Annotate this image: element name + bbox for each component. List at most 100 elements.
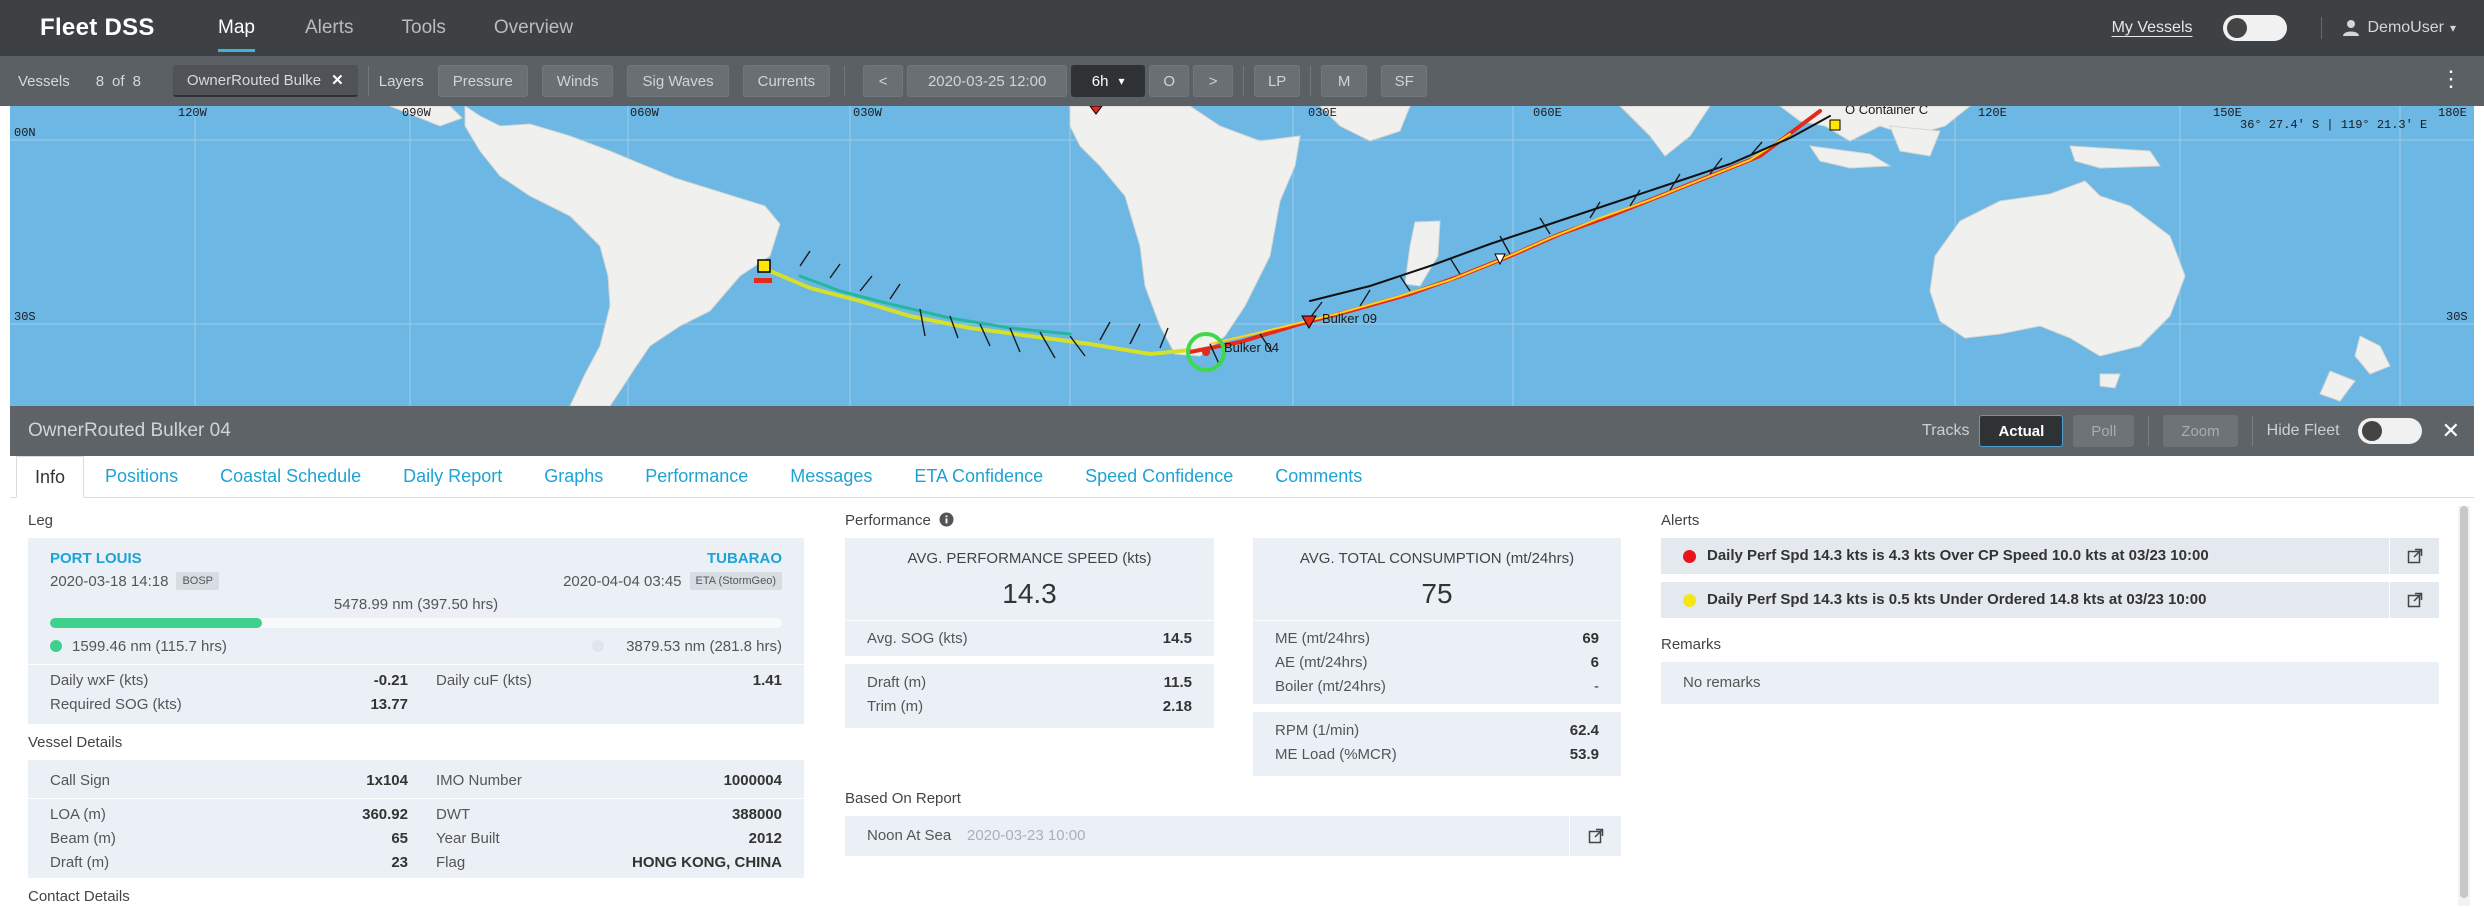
year-built-value: 2012 bbox=[748, 830, 782, 847]
report-type: Noon At Sea bbox=[867, 827, 952, 844]
required-sog-value: 13.77 bbox=[370, 696, 408, 713]
lon-label: 090W bbox=[402, 106, 432, 120]
time-now-button[interactable]: O bbox=[1149, 65, 1190, 97]
interval-select[interactable]: 6h ▾ bbox=[1071, 65, 1146, 97]
alert-item[interactable]: Daily Perf Spd 14.3 kts is 4.3 kts Over … bbox=[1661, 538, 2439, 574]
layer-pressure-button[interactable]: Pressure bbox=[437, 65, 528, 97]
top-navbar: Fleet DSS Map Alerts Tools Overview My V… bbox=[0, 0, 2484, 56]
based-on-report-title: Based On Report bbox=[845, 790, 961, 807]
avg-sog-label: Avg. SOG (kts) bbox=[867, 630, 968, 647]
panel-divider bbox=[2148, 416, 2150, 446]
alert-item[interactable]: Daily Perf Spd 14.3 kts is 0.5 kts Under… bbox=[1661, 582, 2439, 618]
vessels-label: Vessels bbox=[18, 72, 70, 90]
sailed-distance: 1599.46 nm (115.7 hrs) bbox=[72, 638, 227, 655]
scrollbar-thumb[interactable] bbox=[2460, 506, 2468, 898]
tab-daily-report[interactable]: Daily Report bbox=[382, 456, 523, 497]
tab-info[interactable]: Info bbox=[16, 456, 85, 498]
content-scrollbar[interactable] bbox=[2458, 506, 2470, 906]
tab-coastal-schedule[interactable]: Coastal Schedule bbox=[199, 456, 382, 497]
tab-performance[interactable]: Performance bbox=[624, 456, 769, 497]
remarks-card: No remarks bbox=[1661, 662, 2439, 704]
me-value: 69 bbox=[1582, 630, 1599, 647]
vessel-filter-chip[interactable]: OwnerRouted Bulke ✕ bbox=[172, 65, 358, 97]
zoom-button[interactable]: Zoom bbox=[2163, 415, 2238, 447]
hide-fleet-toggle[interactable] bbox=[2357, 418, 2422, 444]
tracks-poll-button[interactable]: Poll bbox=[2073, 415, 2135, 447]
trim-label: Trim (m) bbox=[867, 698, 924, 715]
boiler-value: - bbox=[1594, 678, 1599, 695]
toolbar-divider bbox=[1243, 66, 1245, 96]
open-report-button[interactable] bbox=[1569, 816, 1621, 856]
vessel-tabs: Info Positions Coastal Schedule Daily Re… bbox=[10, 456, 2474, 498]
me-label: ME (mt/24hrs) bbox=[1275, 630, 1371, 647]
call-sign-label: Call Sign bbox=[50, 772, 111, 789]
user-menu[interactable]: DemoUser bbox=[2368, 19, 2444, 37]
map-view[interactable]: Bulker 04 Bulker 09 O Container C 120W 0… bbox=[10, 106, 2474, 406]
tab-graphs[interactable]: Graphs bbox=[523, 456, 624, 497]
layer-sig-waves-button[interactable]: Sig Waves bbox=[627, 65, 729, 97]
tab-eta-confidence[interactable]: ETA Confidence bbox=[893, 456, 1064, 497]
chevron-down-icon[interactable]: ▾ bbox=[2450, 21, 2456, 35]
alerts-title: Alerts bbox=[1661, 512, 1700, 529]
external-link-icon bbox=[1588, 828, 1603, 844]
tab-comments[interactable]: Comments bbox=[1254, 456, 1383, 497]
contact-details-title: Contact Details bbox=[28, 888, 130, 905]
time-prev-button[interactable]: < bbox=[863, 65, 904, 97]
to-port[interactable]: TUBARAO bbox=[707, 550, 782, 567]
from-port[interactable]: PORT LOUIS bbox=[50, 550, 142, 567]
consumption-card: AVG. TOTAL CONSUMPTION (mt/24hrs) 75 ME … bbox=[1253, 538, 1621, 704]
nav-alerts[interactable]: Alerts bbox=[305, 0, 354, 56]
close-icon[interactable]: ✕ bbox=[331, 71, 344, 89]
open-alert-button[interactable] bbox=[2389, 582, 2439, 618]
info-icon[interactable] bbox=[939, 512, 954, 527]
tracks-actual-button[interactable]: Actual bbox=[1979, 415, 2064, 447]
time-next-button[interactable]: > bbox=[1193, 65, 1234, 97]
dwt-label: DWT bbox=[436, 806, 471, 823]
vessels-total: 8 bbox=[132, 72, 141, 90]
my-vessels-label[interactable]: My Vessels bbox=[2112, 19, 2193, 37]
flag-value: HONG KONG, CHINA bbox=[632, 854, 782, 871]
ae-value: 6 bbox=[1590, 654, 1599, 671]
performance-title: Performance bbox=[845, 512, 954, 529]
loa-value: 360.92 bbox=[362, 806, 408, 823]
external-link-icon bbox=[2407, 592, 2422, 608]
nav-tools[interactable]: Tools bbox=[402, 0, 446, 56]
call-sign-value: 1x104 bbox=[366, 772, 408, 789]
my-vessels-toggle[interactable] bbox=[2222, 15, 2287, 41]
more-vertical-icon[interactable]: ⋮ bbox=[2440, 68, 2462, 90]
vessel-marker-container-c[interactable] bbox=[1829, 119, 1841, 131]
daily-cuf-label: Daily cuF (kts) bbox=[436, 672, 532, 689]
open-alert-button[interactable] bbox=[2389, 538, 2439, 574]
nav-overview[interactable]: Overview bbox=[494, 0, 573, 56]
tab-positions[interactable]: Positions bbox=[84, 456, 199, 497]
label-container-c: O Container C bbox=[1845, 106, 1928, 117]
map-canvas[interactable]: Bulker 04 Bulker 09 O Container C 120W 0… bbox=[10, 106, 2474, 406]
time-display[interactable]: 2020-03-25 12:00 bbox=[907, 65, 1068, 97]
info-content: Leg PORT LOUIS TUBARAO 2020-03-18 14:18 B… bbox=[10, 498, 2474, 907]
remaining-distance: 3879.53 nm (281.8 hrs) bbox=[626, 638, 782, 655]
departure-badge: BOSP bbox=[176, 572, 220, 590]
draft-label: Draft (m) bbox=[50, 854, 110, 871]
perf-divider bbox=[1253, 620, 1621, 621]
vessel-marker-bulker-11[interactable] bbox=[757, 259, 771, 273]
label-bulker-09: Bulker 09 bbox=[1322, 311, 1377, 326]
tab-speed-confidence[interactable]: Speed Confidence bbox=[1064, 456, 1254, 497]
avg-sog-value: 14.5 bbox=[1162, 630, 1192, 647]
toggle-knob bbox=[2226, 18, 2247, 38]
layer-winds-button[interactable]: Winds bbox=[541, 65, 614, 97]
m-button[interactable]: M bbox=[1321, 65, 1368, 97]
tab-messages[interactable]: Messages bbox=[769, 456, 893, 497]
brand-logo[interactable]: Fleet DSS bbox=[40, 14, 180, 42]
report-time: 2020-03-23 10:00 bbox=[967, 827, 1086, 844]
nav-map[interactable]: Map bbox=[218, 0, 255, 56]
vessel-marker-bulker-04[interactable] bbox=[1202, 348, 1210, 356]
lp-button[interactable]: LP bbox=[1254, 65, 1301, 97]
me-load-value: 53.9 bbox=[1569, 746, 1599, 763]
leg-title: Leg bbox=[28, 512, 54, 529]
alert-text: Daily Perf Spd 14.3 kts is 0.5 kts Under… bbox=[1707, 591, 2207, 608]
sf-button[interactable]: SF bbox=[1381, 65, 1428, 97]
ae-label: AE (mt/24hrs) bbox=[1275, 654, 1368, 671]
me-load-label: ME Load (%MCR) bbox=[1275, 746, 1397, 763]
layer-currents-button[interactable]: Currents bbox=[742, 65, 831, 97]
close-icon[interactable]: ✕ bbox=[2442, 418, 2460, 444]
